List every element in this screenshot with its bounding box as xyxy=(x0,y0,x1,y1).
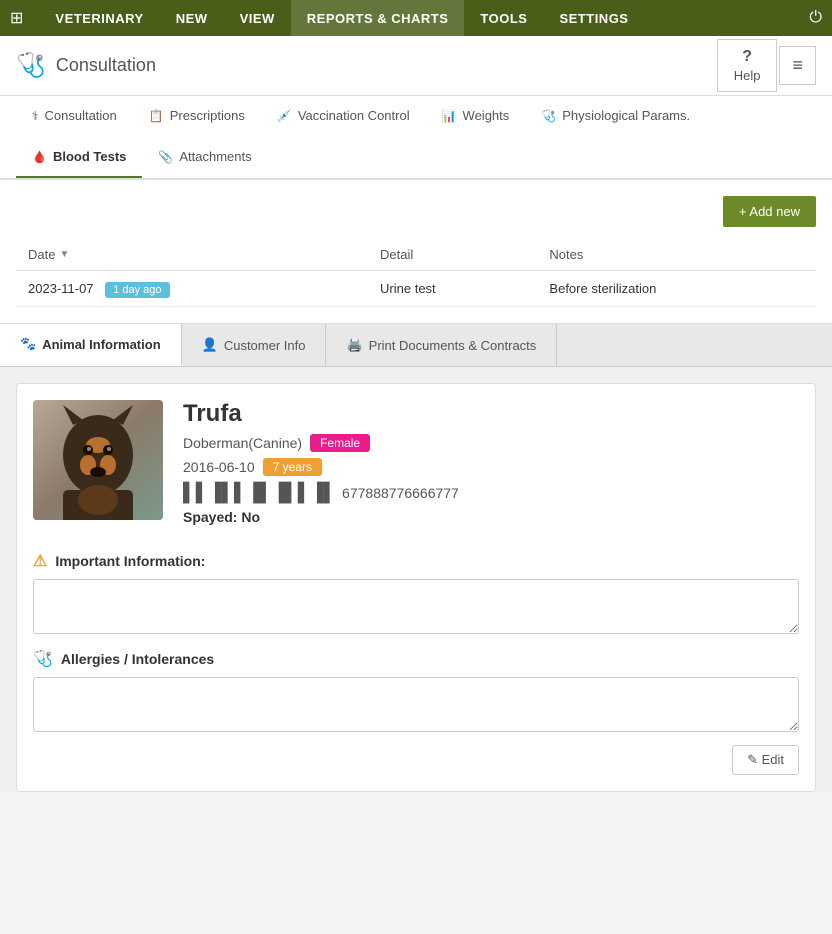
add-new-button[interactable]: + Add new xyxy=(723,196,816,227)
nav-item-settings[interactable]: SETTINGS xyxy=(543,0,644,36)
main-content: + Add new Date ▼ Detail Notes 2023-11-07… xyxy=(0,180,832,323)
header-actions: ? Help ≡ xyxy=(717,39,816,92)
important-info-title: ⚠ Important Information: xyxy=(33,551,799,571)
nav-items: VETERINARY NEW VIEW REPORTS & CHARTS TOO… xyxy=(39,0,809,36)
tab-attachments[interactable]: 📎 Attachments xyxy=(142,137,267,178)
animal-top-section: Trufa Doberman(Canine) Female 2016-06-10… xyxy=(33,400,799,531)
spayed-label: Spayed: xyxy=(183,509,237,525)
blood-tests-table: Date ▼ Detail Notes 2023-11-07 1 day ago… xyxy=(16,239,816,307)
animal-details: Trufa Doberman(Canine) Female 2016-06-10… xyxy=(183,400,799,531)
allergies-textarea[interactable] xyxy=(33,677,799,732)
tab-blood-tests[interactable]: 🩸 Blood Tests xyxy=(16,137,142,178)
animal-spayed: Spayed: No xyxy=(183,509,799,525)
tab-weights-label: Weights xyxy=(463,108,510,123)
menu-button[interactable]: ≡ xyxy=(779,46,816,85)
consultation-tab-icon: ⚕ xyxy=(32,109,39,123)
dob-text: 2016-06-10 xyxy=(183,459,255,475)
nav-item-veterinary[interactable]: VETERINARY xyxy=(39,0,159,36)
top-navigation: ⊞ VETERINARY NEW VIEW REPORTS & CHARTS T… xyxy=(0,0,832,36)
table-toolbar: + Add new xyxy=(16,196,816,227)
page-header: 🩺 Consultation ? Help ≡ xyxy=(0,36,832,96)
barcode-value: 677888776666777 xyxy=(342,485,459,501)
blood-tab-icon: 🩸 xyxy=(32,150,47,164)
col-notes: Notes xyxy=(537,239,816,271)
header-title-area: 🩺 Consultation xyxy=(16,51,156,80)
stethoscope-icon: 🩺 xyxy=(16,51,46,80)
date-badge: 1 day ago xyxy=(105,282,169,298)
print-tab-icon: 🖨️ xyxy=(346,337,362,353)
cell-notes: Before sterilization xyxy=(537,271,816,307)
tab-physiological[interactable]: 🩺 Physiological Params. xyxy=(525,96,706,137)
weights-tab-icon: 📊 xyxy=(442,109,457,123)
tab-physiological-label: Physiological Params. xyxy=(562,108,690,123)
edit-button[interactable]: ✎ Edit xyxy=(732,745,799,775)
bottom-tabs-bar: 🐾 Animal Information 👤 Customer Info 🖨️ … xyxy=(0,324,832,367)
tab-animal-information[interactable]: 🐾 Animal Information xyxy=(0,324,182,366)
animal-info-panel: Trufa Doberman(Canine) Female 2016-06-10… xyxy=(16,383,816,792)
grid-icon[interactable]: ⊞ xyxy=(10,8,23,28)
tab-vaccination[interactable]: 💉 Vaccination Control xyxy=(261,96,426,137)
medical-kit-icon: 🩺 xyxy=(33,649,53,669)
cell-detail: Urine test xyxy=(368,271,537,307)
barcode-icon: ▌▌▐▌▌▐▌▐▌▌▐▌ xyxy=(183,482,336,503)
nav-item-reports[interactable]: REPORTS & CHARTS xyxy=(291,0,465,36)
allergies-label: Allergies / Intolerances xyxy=(61,651,214,667)
prescriptions-tab-icon: 📋 xyxy=(149,109,164,123)
tab-customer-info[interactable]: 👤 Customer Info xyxy=(182,324,327,366)
warning-icon: ⚠ xyxy=(33,551,47,571)
tab-prescriptions[interactable]: 📋 Prescriptions xyxy=(133,96,261,137)
tab-weights[interactable]: 📊 Weights xyxy=(426,96,526,137)
tab-animal-info-label: Animal Information xyxy=(42,337,160,352)
dog-photo-svg xyxy=(33,400,163,520)
tabs-bar: ⚕ Consultation 📋 Prescriptions 💉 Vaccina… xyxy=(0,96,832,180)
spayed-value: No xyxy=(241,509,260,525)
page-title: Consultation xyxy=(56,55,156,76)
nav-item-view[interactable]: VIEW xyxy=(224,0,291,36)
animal-photo xyxy=(33,400,163,520)
help-icon: ? xyxy=(742,48,752,66)
tab-blood-tests-label: Blood Tests xyxy=(53,149,126,164)
help-button[interactable]: ? Help xyxy=(717,39,778,92)
tab-consultation-label: Consultation xyxy=(45,108,117,123)
animal-dob: 2016-06-10 7 years xyxy=(183,458,799,476)
cell-date: 2023-11-07 1 day ago xyxy=(16,271,368,307)
important-info-label: Important Information: xyxy=(55,553,205,569)
important-info-textarea[interactable] xyxy=(33,579,799,634)
physio-tab-icon: 🩺 xyxy=(541,109,556,123)
animal-name: Trufa xyxy=(183,400,799,428)
gender-badge: Female xyxy=(310,434,370,452)
age-badge: 7 years xyxy=(263,458,322,476)
vaccination-tab-icon: 💉 xyxy=(277,109,292,123)
tab-prescriptions-label: Prescriptions xyxy=(170,108,245,123)
tab-consultation[interactable]: ⚕ Consultation xyxy=(16,96,133,137)
animal-breed: Doberman(Canine) Female xyxy=(183,434,799,452)
tab-vaccination-label: Vaccination Control xyxy=(298,108,410,123)
tab-customer-info-label: Customer Info xyxy=(224,338,306,353)
table-row: 2023-11-07 1 day ago Urine test Before s… xyxy=(16,271,816,307)
power-icon[interactable]: ⏻ xyxy=(809,9,822,27)
help-label: Help xyxy=(734,68,761,83)
animal-barcode: ▌▌▐▌▌▐▌▐▌▌▐▌ 677888776666777 xyxy=(183,482,799,503)
nav-item-new[interactable]: NEW xyxy=(160,0,224,36)
breed-text: Doberman(Canine) xyxy=(183,435,302,451)
nav-item-tools[interactable]: TOOLS xyxy=(464,0,543,36)
bottom-section: 🐾 Animal Information 👤 Customer Info 🖨️ … xyxy=(0,323,832,792)
attachments-tab-icon: 📎 xyxy=(158,150,173,164)
animal-info-tab-icon: 🐾 xyxy=(20,336,36,352)
tab-print-label: Print Documents & Contracts xyxy=(369,338,537,353)
allergies-title: 🩺 Allergies / Intolerances xyxy=(33,649,799,669)
tab-attachments-label: Attachments xyxy=(179,149,251,164)
tab-print-documents[interactable]: 🖨️ Print Documents & Contracts xyxy=(326,324,557,366)
col-date[interactable]: Date ▼ xyxy=(16,239,368,271)
important-info-section: ⚠ Important Information: xyxy=(33,551,799,637)
allergies-section: 🩺 Allergies / Intolerances xyxy=(33,649,799,735)
date-value: 2023-11-07 xyxy=(28,281,94,296)
customer-info-tab-icon: 👤 xyxy=(202,337,218,353)
col-detail: Detail xyxy=(368,239,537,271)
sort-arrow-icon: ▼ xyxy=(59,249,69,260)
